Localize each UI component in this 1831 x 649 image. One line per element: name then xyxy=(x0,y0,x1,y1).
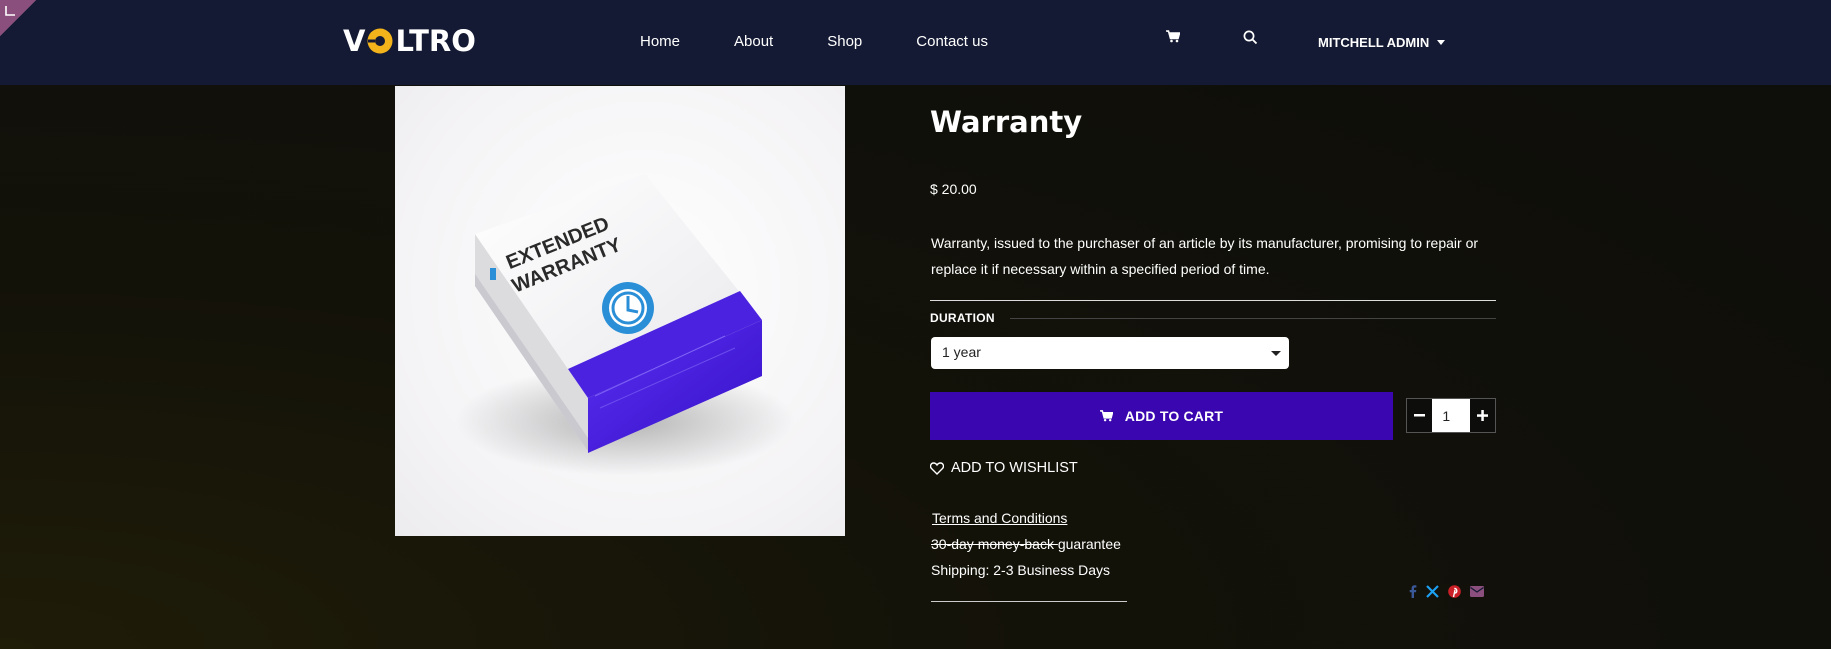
nav-home[interactable]: Home xyxy=(640,33,680,50)
heart-icon xyxy=(930,461,944,475)
cart-icon xyxy=(1099,410,1113,422)
logo[interactable]: V LTRO xyxy=(343,24,476,58)
email-icon[interactable] xyxy=(1470,586,1484,597)
chevron-down-icon xyxy=(1437,40,1446,45)
add-to-cart-button[interactable]: ADD TO CART xyxy=(930,392,1393,440)
attribute-divider xyxy=(1010,318,1496,319)
quantity-stepper: 1 xyxy=(1406,398,1496,433)
logo-text-end: LTRO xyxy=(395,24,476,58)
share-links xyxy=(1409,585,1484,598)
facebook-icon[interactable] xyxy=(1409,585,1417,598)
logo-text-start: V xyxy=(343,24,366,58)
product-image[interactable]: EXTENDED WARRANTY xyxy=(395,86,845,536)
cart-icon[interactable] xyxy=(1166,30,1181,48)
shipping-info: Shipping: 2-3 Business Days xyxy=(931,562,1110,578)
warranty-box-image: EXTENDED WARRANTY xyxy=(455,174,795,476)
x-icon[interactable] xyxy=(1426,585,1439,598)
logo-mark-icon xyxy=(367,28,393,54)
guarantee-struck-text: 30-day money-back xyxy=(931,536,1058,552)
product-title: Warranty xyxy=(930,105,1083,139)
user-name: MITCHELL ADMIN xyxy=(1318,35,1430,50)
guarantee-rest-text: guarantee xyxy=(1057,536,1121,552)
terms-link[interactable]: Terms and Conditions xyxy=(932,510,1067,526)
attribute-label-duration: DURATION xyxy=(930,311,995,325)
divider xyxy=(931,601,1127,602)
main-nav: Home About Shop Contact us xyxy=(640,33,1042,50)
add-to-cart-label: ADD TO CART xyxy=(1124,408,1224,424)
guarantee-text: 30-day money-back guarantee xyxy=(931,536,1121,552)
nav-about[interactable]: About xyxy=(734,33,773,50)
product-description: Warranty, issued to the purchaser of an … xyxy=(931,235,1479,277)
plus-icon xyxy=(1476,410,1488,421)
duration-select[interactable]: 1 year xyxy=(931,337,1289,369)
search-icon[interactable] xyxy=(1243,30,1258,50)
corner-icon xyxy=(5,6,15,16)
increase-quantity-button[interactable] xyxy=(1469,399,1495,432)
wishlist-label: ADD TO WISHLIST xyxy=(951,460,1078,476)
chevron-down-icon xyxy=(1271,351,1281,356)
nav-shop[interactable]: Shop xyxy=(827,33,862,50)
minus-icon xyxy=(1414,414,1426,417)
divider xyxy=(930,300,1496,301)
product-price: $ 20.00 xyxy=(930,181,977,197)
pinterest-icon[interactable] xyxy=(1448,585,1461,598)
duration-select-value: 1 year xyxy=(942,344,981,360)
add-to-wishlist-button[interactable]: ADD TO WISHLIST xyxy=(930,460,1078,476)
site-header: V LTRO Home About Shop Contact us MITCHE… xyxy=(0,0,1831,85)
decrease-quantity-button[interactable] xyxy=(1407,399,1433,432)
edit-corner-toggle[interactable] xyxy=(0,0,36,36)
user-menu[interactable]: MITCHELL ADMIN xyxy=(1318,35,1446,50)
quantity-input[interactable]: 1 xyxy=(1432,399,1470,432)
nav-contact[interactable]: Contact us xyxy=(916,33,988,50)
